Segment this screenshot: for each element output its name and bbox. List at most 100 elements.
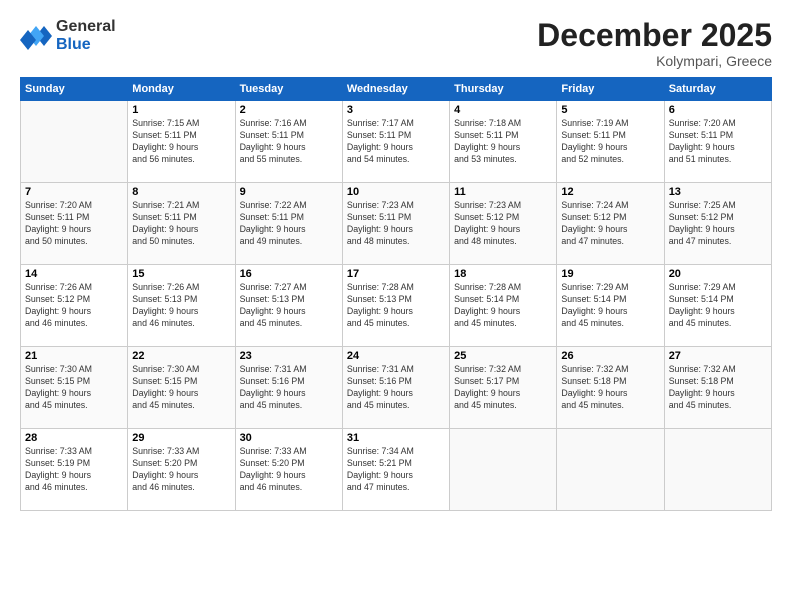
- day-cell: 22 Sunrise: 7:30 AMSunset: 5:15 PMDayligh…: [128, 347, 235, 429]
- day-number: 23: [240, 350, 338, 362]
- day-cell: 27Sunrise: 7:32 AMSunset: 5:18 PMDayligh…: [664, 347, 771, 429]
- day-info: Sunrise: 7:31 AMSunset: 5:16 PMDaylight:…: [347, 364, 445, 412]
- day-number: 22: [132, 350, 230, 362]
- day-number: 4: [454, 104, 552, 116]
- day-number: 12: [561, 186, 659, 198]
- col-header-tuesday: Tuesday: [235, 78, 342, 101]
- day-cell: 5 Sunrise: 7:19 AMSunset: 5:11 PMDaylight…: [557, 101, 664, 183]
- day-cell: 12 Sunrise: 7:24 AMSunset: 5:12 PMDayligh…: [557, 183, 664, 265]
- day-number: 21: [25, 350, 123, 362]
- col-header-sunday: Sunday: [21, 78, 128, 101]
- day-info: Sunrise: 7:19 AMSunset: 5:11 PMDaylight:…: [561, 118, 659, 166]
- day-cell: 13 Sunrise: 7:25 AMSunset: 5:12 PMDayligh…: [664, 183, 771, 265]
- month-title: December 2025: [537, 18, 772, 53]
- day-cell: 4 Sunrise: 7:18 AMSunset: 5:11 PMDaylight…: [450, 101, 557, 183]
- day-number: 2: [240, 104, 338, 116]
- day-number: 11: [454, 186, 552, 198]
- day-cell: 11 Sunrise: 7:23 AMSunset: 5:12 PMDayligh…: [450, 183, 557, 265]
- day-number: 28: [25, 432, 123, 444]
- logo: General Blue: [20, 18, 116, 53]
- col-header-wednesday: Wednesday: [342, 78, 449, 101]
- day-info: Sunrise: 7:31 AMSunset: 5:16 PMDaylight:…: [240, 364, 338, 412]
- day-info: Sunrise: 7:15 AMSunset: 5:11 PMDaylight:…: [132, 118, 230, 166]
- day-number: 15: [132, 268, 230, 280]
- day-number: 9: [240, 186, 338, 198]
- day-info: Sunrise: 7:28 AMSunset: 5:13 PMDaylight:…: [347, 282, 445, 330]
- day-info: Sunrise: 7:32 AMSunset: 5:17 PMDaylight:…: [454, 364, 552, 412]
- day-number: 16: [240, 268, 338, 280]
- day-info: Sunrise: 7:30 AMSunset: 5:15 PMDaylight:…: [132, 364, 230, 412]
- day-number: 5: [561, 104, 659, 116]
- day-cell: 8Sunrise: 7:21 AMSunset: 5:11 PMDaylight…: [128, 183, 235, 265]
- day-cell: 16 Sunrise: 7:27 AMSunset: 5:13 PMDayligh…: [235, 265, 342, 347]
- week-row-3: 14 Sunrise: 7:26 AMSunset: 5:12 PMDayligh…: [21, 265, 772, 347]
- day-info: Sunrise: 7:34 AMSunset: 5:21 PMDaylight:…: [347, 446, 445, 494]
- day-number: 19: [561, 268, 659, 280]
- day-info: Sunrise: 7:29 AMSunset: 5:14 PMDaylight:…: [669, 282, 767, 330]
- day-number: 26: [561, 350, 659, 362]
- day-info: Sunrise: 7:20 AMSunset: 5:11 PMDaylight:…: [669, 118, 767, 166]
- day-info: Sunrise: 7:26 AMSunset: 5:13 PMDaylight:…: [132, 282, 230, 330]
- day-cell: [557, 429, 664, 511]
- day-cell: 6Sunrise: 7:20 AMSunset: 5:11 PMDaylight…: [664, 101, 771, 183]
- day-cell: [450, 429, 557, 511]
- day-cell: 24Sunrise: 7:31 AMSunset: 5:16 PMDayligh…: [342, 347, 449, 429]
- day-info: Sunrise: 7:17 AMSunset: 5:11 PMDaylight:…: [347, 118, 445, 166]
- day-cell: 25 Sunrise: 7:32 AMSunset: 5:17 PMDayligh…: [450, 347, 557, 429]
- header: General Blue December 2025 Kolympari, Gr…: [20, 18, 772, 69]
- week-row-4: 21 Sunrise: 7:30 AMSunset: 5:15 PMDayligh…: [21, 347, 772, 429]
- day-number: 3: [347, 104, 445, 116]
- page: General Blue December 2025 Kolympari, Gr…: [0, 0, 792, 612]
- day-number: 30: [240, 432, 338, 444]
- day-cell: 21 Sunrise: 7:30 AMSunset: 5:15 PMDayligh…: [21, 347, 128, 429]
- day-cell: 20 Sunrise: 7:29 AMSunset: 5:14 PMDayligh…: [664, 265, 771, 347]
- day-number: 29: [132, 432, 230, 444]
- day-cell: 28 Sunrise: 7:33 AMSunset: 5:19 PMDayligh…: [21, 429, 128, 511]
- calendar-table: SundayMondayTuesdayWednesdayThursdayFrid…: [20, 77, 772, 511]
- day-info: Sunrise: 7:20 AMSunset: 5:11 PMDaylight:…: [25, 200, 123, 248]
- day-number: 13: [669, 186, 767, 198]
- day-info: Sunrise: 7:27 AMSunset: 5:13 PMDaylight:…: [240, 282, 338, 330]
- day-cell: 23 Sunrise: 7:31 AMSunset: 5:16 PMDayligh…: [235, 347, 342, 429]
- day-info: Sunrise: 7:18 AMSunset: 5:11 PMDaylight:…: [454, 118, 552, 166]
- day-cell: [21, 101, 128, 183]
- day-info: Sunrise: 7:23 AMSunset: 5:12 PMDaylight:…: [454, 200, 552, 248]
- week-row-2: 7Sunrise: 7:20 AMSunset: 5:11 PMDaylight…: [21, 183, 772, 265]
- day-cell: 9 Sunrise: 7:22 AMSunset: 5:11 PMDaylight…: [235, 183, 342, 265]
- location-subtitle: Kolympari, Greece: [537, 53, 772, 69]
- day-cell: 7Sunrise: 7:20 AMSunset: 5:11 PMDaylight…: [21, 183, 128, 265]
- day-cell: 30Sunrise: 7:33 AMSunset: 5:20 PMDayligh…: [235, 429, 342, 511]
- day-number: 27: [669, 350, 767, 362]
- day-info: Sunrise: 7:26 AMSunset: 5:12 PMDaylight:…: [25, 282, 123, 330]
- header-row: SundayMondayTuesdayWednesdayThursdayFrid…: [21, 78, 772, 101]
- day-cell: 19 Sunrise: 7:29 AMSunset: 5:14 PMDayligh…: [557, 265, 664, 347]
- day-info: Sunrise: 7:24 AMSunset: 5:12 PMDaylight:…: [561, 200, 659, 248]
- day-info: Sunrise: 7:33 AMSunset: 5:20 PMDaylight:…: [132, 446, 230, 494]
- day-cell: 26Sunrise: 7:32 AMSunset: 5:18 PMDayligh…: [557, 347, 664, 429]
- day-number: 25: [454, 350, 552, 362]
- day-number: 18: [454, 268, 552, 280]
- day-cell: 17 Sunrise: 7:28 AMSunset: 5:13 PMDayligh…: [342, 265, 449, 347]
- day-info: Sunrise: 7:28 AMSunset: 5:14 PMDaylight:…: [454, 282, 552, 330]
- day-number: 14: [25, 268, 123, 280]
- day-number: 20: [669, 268, 767, 280]
- title-block: December 2025 Kolympari, Greece: [537, 18, 772, 69]
- day-info: Sunrise: 7:29 AMSunset: 5:14 PMDaylight:…: [561, 282, 659, 330]
- day-info: Sunrise: 7:25 AMSunset: 5:12 PMDaylight:…: [669, 200, 767, 248]
- col-header-thursday: Thursday: [450, 78, 557, 101]
- day-info: Sunrise: 7:30 AMSunset: 5:15 PMDaylight:…: [25, 364, 123, 412]
- day-number: 1: [132, 104, 230, 116]
- day-number: 31: [347, 432, 445, 444]
- logo-blue: Blue: [56, 36, 116, 54]
- day-cell: 2Sunrise: 7:16 AMSunset: 5:11 PMDaylight…: [235, 101, 342, 183]
- col-header-friday: Friday: [557, 78, 664, 101]
- day-cell: 3 Sunrise: 7:17 AMSunset: 5:11 PMDaylight…: [342, 101, 449, 183]
- day-cell: 14 Sunrise: 7:26 AMSunset: 5:12 PMDayligh…: [21, 265, 128, 347]
- day-cell: 18 Sunrise: 7:28 AMSunset: 5:14 PMDayligh…: [450, 265, 557, 347]
- day-info: Sunrise: 7:22 AMSunset: 5:11 PMDaylight:…: [240, 200, 338, 248]
- day-number: 17: [347, 268, 445, 280]
- day-info: Sunrise: 7:23 AMSunset: 5:11 PMDaylight:…: [347, 200, 445, 248]
- day-cell: [664, 429, 771, 511]
- col-header-monday: Monday: [128, 78, 235, 101]
- day-info: Sunrise: 7:33 AMSunset: 5:19 PMDaylight:…: [25, 446, 123, 494]
